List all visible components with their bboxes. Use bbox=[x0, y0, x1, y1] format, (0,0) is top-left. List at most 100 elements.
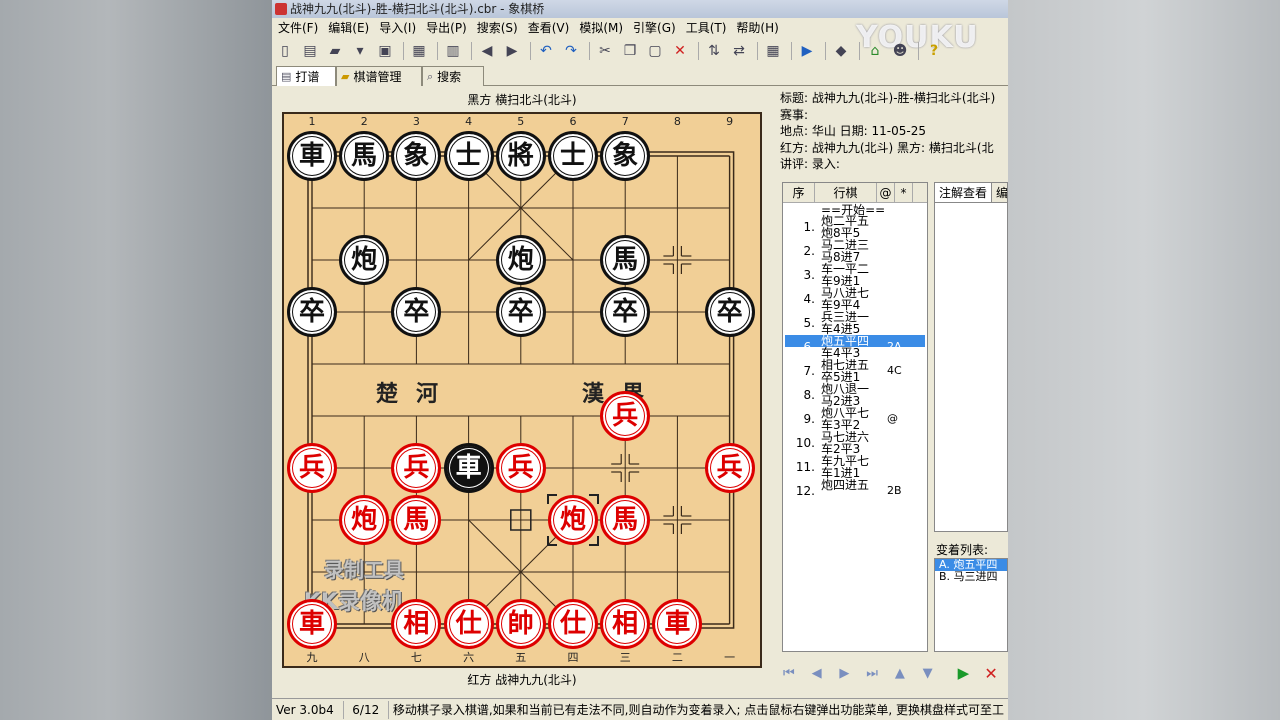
black-soldier-5-piece[interactable]: 卒 bbox=[704, 287, 755, 337]
new-file-icon: ▯ bbox=[281, 43, 289, 59]
variation-item[interactable]: B. 马三进四 bbox=[935, 571, 1007, 583]
black-chariot-piece[interactable]: 車 bbox=[287, 131, 337, 181]
move-row[interactable]: 7. 相七进五 卒5进1 4C bbox=[783, 359, 927, 383]
move-row[interactable]: 5. 兵三进一 车4进5 bbox=[783, 311, 927, 335]
users-button[interactable]: ☻ bbox=[889, 40, 911, 62]
move-number: 10. bbox=[795, 436, 815, 450]
move-row[interactable]: 11. 车九平七 车1进1 bbox=[783, 455, 927, 479]
menu-item-8[interactable]: 工具(T) bbox=[682, 18, 733, 38]
flip-horizontal-button[interactable]: ⇄ bbox=[728, 40, 750, 62]
first-move-button[interactable]: ⏮ bbox=[778, 662, 800, 684]
black-advisor-piece[interactable]: 士 bbox=[443, 131, 494, 181]
menu-item-1[interactable]: 编辑(E) bbox=[324, 18, 375, 38]
last-move-button[interactable]: ⏭ bbox=[861, 662, 883, 684]
tab-annotation-edit[interactable]: 编 bbox=[992, 183, 1007, 202]
move-row[interactable]: 10. 马七进六 车2平3 bbox=[783, 431, 927, 455]
red-horse-2-piece[interactable]: 馬 bbox=[600, 495, 651, 545]
new-file-button[interactable]: ▯ bbox=[274, 40, 296, 62]
black-soldier-4-piece[interactable]: 卒 bbox=[600, 287, 651, 337]
open-folder-button[interactable]: ▰ bbox=[324, 40, 346, 62]
cut-button[interactable]: ✂ bbox=[594, 40, 616, 62]
col-star[interactable]: * bbox=[895, 183, 913, 202]
move-row[interactable]: 4. 马八进七 车9平4 bbox=[783, 287, 927, 311]
stop-button[interactable]: ✕ bbox=[980, 662, 1002, 684]
game-title: 标题: 战神九九(北斗)-胜-横扫北斗(北斗) bbox=[780, 91, 996, 105]
back-button[interactable]: ◀ bbox=[476, 40, 498, 62]
dropdown-button[interactable]: ▾ bbox=[349, 40, 371, 62]
close-button[interactable]: ✕ bbox=[669, 40, 691, 62]
black-horse-2-piece[interactable]: 馬 bbox=[600, 235, 651, 285]
previous-move-button[interactable]: ◀ bbox=[806, 662, 828, 684]
red-advisor-2-piece[interactable]: 仕 bbox=[548, 599, 598, 649]
move-row[interactable]: 3. 车一平二 车9进1 bbox=[783, 263, 927, 287]
red-general-piece[interactable]: 帥 bbox=[495, 599, 546, 649]
black-horse-piece[interactable]: 馬 bbox=[339, 131, 390, 181]
col-at[interactable]: @ bbox=[877, 183, 895, 202]
delete-button[interactable]: ▥ bbox=[442, 40, 464, 62]
top-file-number: 1 bbox=[308, 115, 316, 128]
red-move[interactable]: 炮四进五 bbox=[821, 479, 869, 491]
home-button[interactable]: ⌂ bbox=[864, 40, 886, 62]
black-general-piece[interactable]: 將 bbox=[495, 131, 546, 181]
move-list[interactable]: 序 行棋 @ * ==开始== 1. 炮二平五 炮8平5 2. 马二进三 马8进7 3. 车一… bbox=[782, 182, 928, 652]
board-window-button[interactable]: ▦ bbox=[762, 40, 784, 62]
tab-notation[interactable]: ▤ 打谱 bbox=[276, 66, 336, 87]
move-row[interactable]: 2. 马二进三 马8进7 bbox=[783, 239, 927, 263]
help-button[interactable]: ? bbox=[923, 40, 945, 62]
black-soldier-3-piece[interactable]: 卒 bbox=[495, 287, 546, 337]
dropdown-icon: ▾ bbox=[356, 43, 364, 59]
black-soldier-piece[interactable]: 卒 bbox=[287, 287, 337, 337]
up-variation-button[interactable]: ▲ bbox=[889, 662, 911, 684]
menu-item-9[interactable]: 帮助(H) bbox=[732, 18, 784, 38]
xiangqi-board[interactable]: 楚河 漢界 录制工具 KK录像机 123456789九八七六五四三二一車馬象士將… bbox=[282, 112, 762, 668]
red-soldier-piece[interactable]: 兵 bbox=[600, 391, 651, 441]
move-row[interactable]: 6. 炮五平四 车4平3 2A bbox=[783, 335, 927, 359]
play-button[interactable]: ▶ bbox=[953, 662, 975, 684]
tag-button[interactable]: ◆ bbox=[830, 40, 852, 62]
move-number: 8. bbox=[803, 388, 815, 402]
paste-button[interactable]: ▢ bbox=[644, 40, 666, 62]
move-row[interactable]: 9. 炮八平七 车3平2 @ bbox=[783, 407, 927, 431]
undo-button[interactable]: ↶ bbox=[535, 40, 557, 62]
list-button[interactable]: ▤ bbox=[299, 40, 321, 62]
red-soldier-2-piece[interactable]: 兵 bbox=[287, 443, 337, 493]
variations-list[interactable]: A. 炮五平四 B. 马三进四 bbox=[934, 558, 1008, 652]
red-soldier-4-piece[interactable]: 兵 bbox=[495, 443, 546, 493]
redo-button[interactable]: ↷ bbox=[560, 40, 582, 62]
black-cannon-2-piece[interactable]: 炮 bbox=[495, 235, 546, 285]
save-button[interactable]: ▣ bbox=[374, 40, 396, 62]
menu-item-6[interactable]: 模拟(M) bbox=[575, 18, 629, 38]
red-cannon-piece[interactable]: 炮 bbox=[339, 495, 390, 545]
col-moves[interactable]: 行棋 bbox=[815, 183, 877, 202]
menu-item-2[interactable]: 导入(I) bbox=[375, 18, 422, 38]
red-advisor-piece[interactable]: 仕 bbox=[443, 599, 494, 649]
red-chariot-piece[interactable]: 車 bbox=[287, 599, 337, 649]
print-button[interactable]: ▦ bbox=[408, 40, 430, 62]
menu-item-0[interactable]: 文件(F) bbox=[274, 18, 324, 38]
move-row[interactable]: 12. 炮四进五 2B bbox=[783, 479, 927, 503]
black-elephant-2-piece[interactable]: 象 bbox=[600, 131, 651, 181]
menu-item-4[interactable]: 搜索(S) bbox=[473, 18, 524, 38]
play-circle-button[interactable]: ▶ bbox=[796, 40, 818, 62]
menu-item-7[interactable]: 引擎(G) bbox=[629, 18, 682, 38]
tab-annotation-view[interactable]: 注解查看 bbox=[935, 183, 993, 202]
down-variation-button[interactable]: ▼ bbox=[917, 662, 939, 684]
copy-button[interactable]: ❐ bbox=[619, 40, 641, 62]
tab-game-management[interactable]: ▰ 棋谱管理 bbox=[336, 66, 422, 86]
red-soldier-5-piece[interactable]: 兵 bbox=[704, 443, 755, 493]
menu-item-5[interactable]: 查看(V) bbox=[524, 18, 576, 38]
flip-vertical-button[interactable]: ⇅ bbox=[703, 40, 725, 62]
red-elephant-2-piece[interactable]: 相 bbox=[600, 599, 651, 649]
move-number: 4. bbox=[803, 292, 815, 306]
black-cannon-piece[interactable]: 炮 bbox=[339, 235, 390, 285]
tab-search[interactable]: ⌕ 搜索 bbox=[422, 66, 484, 86]
black-advisor-2-piece[interactable]: 士 bbox=[548, 131, 598, 181]
move-mark: 2A bbox=[887, 340, 902, 353]
black-chariot-2-piece[interactable]: 車 bbox=[443, 443, 494, 493]
move-row[interactable]: 8. 炮八退一 马2进3 bbox=[783, 383, 927, 407]
col-number[interactable]: 序 bbox=[783, 183, 815, 202]
next-move-button[interactable]: ▶ bbox=[834, 662, 856, 684]
menu-item-3[interactable]: 导出(P) bbox=[422, 18, 473, 38]
move-row[interactable]: 1. 炮二平五 炮8平5 bbox=[783, 215, 927, 239]
forward-button[interactable]: ▶ bbox=[501, 40, 523, 62]
